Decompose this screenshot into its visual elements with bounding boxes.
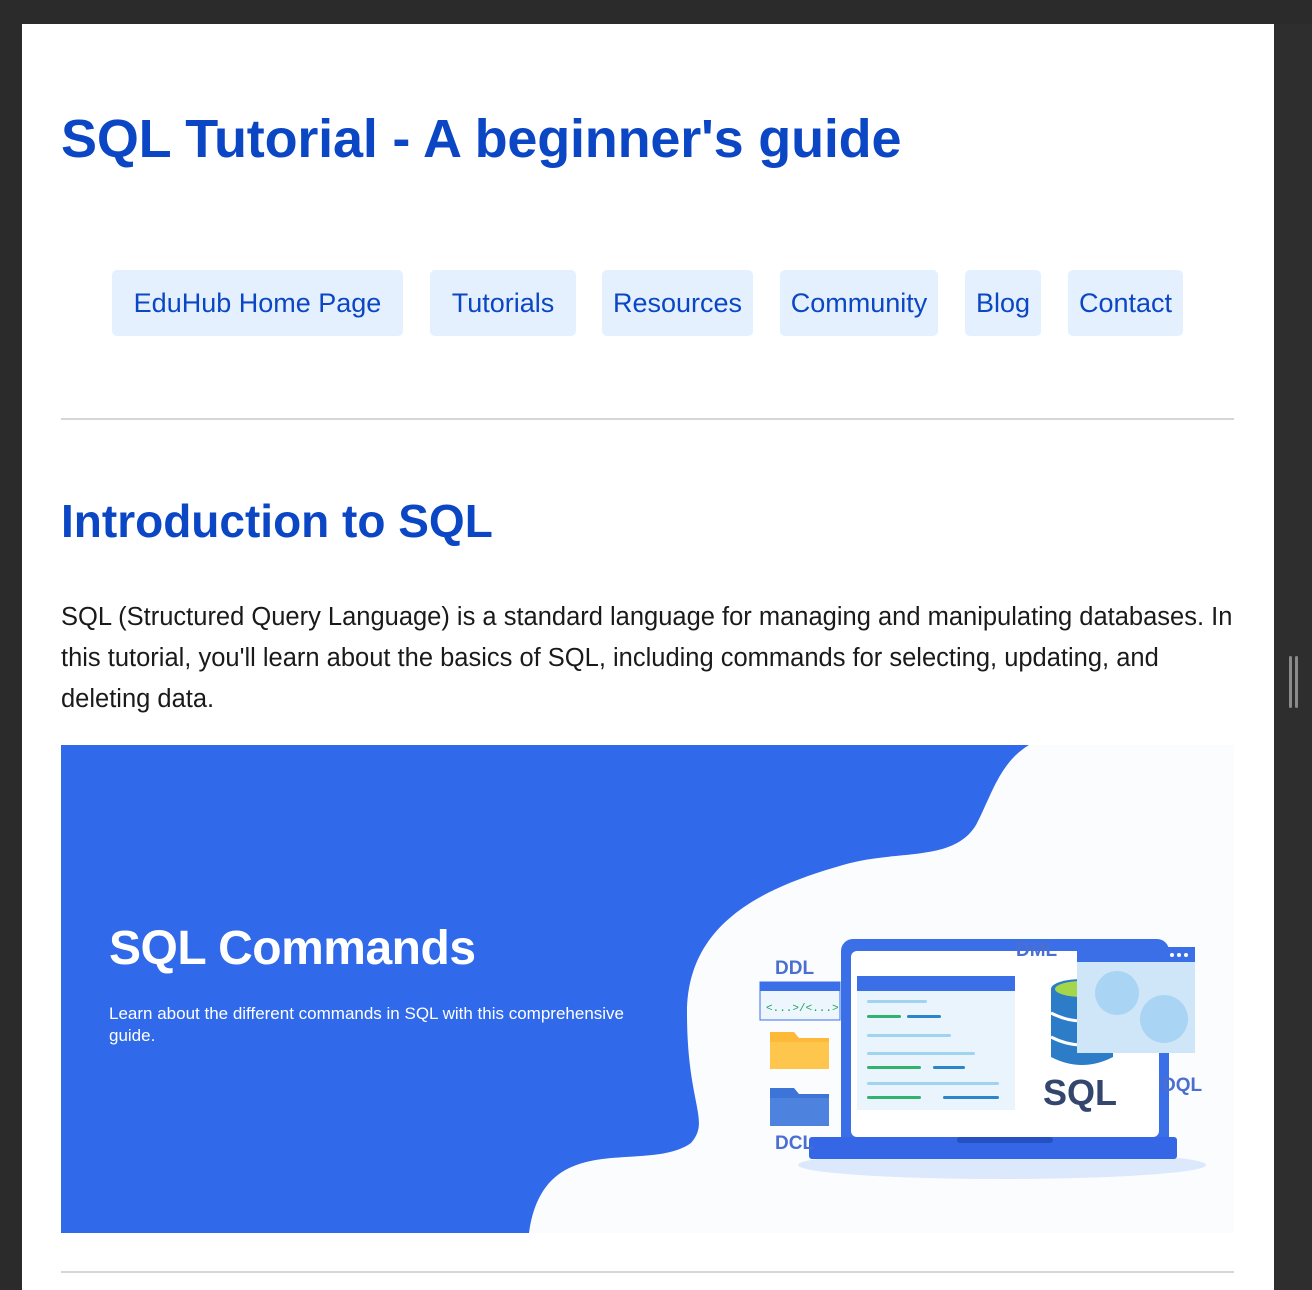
banner-illustration: SQL <...>/<...> DDL DML DQL DCL	[61, 745, 1234, 1233]
section-title: Introduction to SQL	[61, 495, 493, 547]
nav-item-home[interactable]: EduHub Home Page	[112, 270, 403, 336]
dml-window	[1077, 947, 1195, 1053]
page-title: SQL Tutorial - A beginner's guide	[61, 109, 902, 169]
sql-text: SQL	[1043, 1072, 1117, 1113]
scroll-handle[interactable]	[1295, 656, 1298, 708]
nav-item-resources[interactable]: Resources	[602, 270, 753, 336]
nav-item-blog[interactable]: Blog	[965, 270, 1041, 336]
nav-item-tutorials[interactable]: Tutorials	[430, 270, 576, 336]
gear-icon	[1140, 995, 1188, 1043]
nav-item-contact[interactable]: Contact	[1068, 270, 1183, 336]
banner-subtext: Learn about the different commands in SQ…	[109, 1004, 625, 1045]
divider	[61, 1271, 1234, 1273]
dml-label: DML	[1016, 940, 1058, 961]
dql-label: DQL	[1162, 1075, 1203, 1096]
intro-paragraph: SQL (Structured Query Language) is a sta…	[61, 603, 1233, 713]
ddl-label: DDL	[775, 958, 814, 979]
dcl-label: DCL	[775, 1133, 814, 1154]
nav-item-community[interactable]: Community	[780, 270, 938, 336]
divider	[61, 418, 1234, 420]
gear-icon	[1095, 971, 1139, 1015]
page: SQL Tutorial - A beginner's guide EduHub…	[22, 24, 1274, 1290]
banner-heading: SQL Commands	[109, 922, 476, 975]
scrollbar[interactable]	[1274, 24, 1312, 1290]
scroll-handle[interactable]	[1289, 656, 1292, 708]
code-tag-icon: <...>/<...>	[766, 1003, 839, 1015]
code-window	[857, 976, 1015, 1110]
ddl-window: <...>/<...>	[759, 981, 841, 1021]
sql-commands-banner: SQL <...>/<...> DDL DML DQL DCL SQL Comm…	[61, 745, 1234, 1233]
